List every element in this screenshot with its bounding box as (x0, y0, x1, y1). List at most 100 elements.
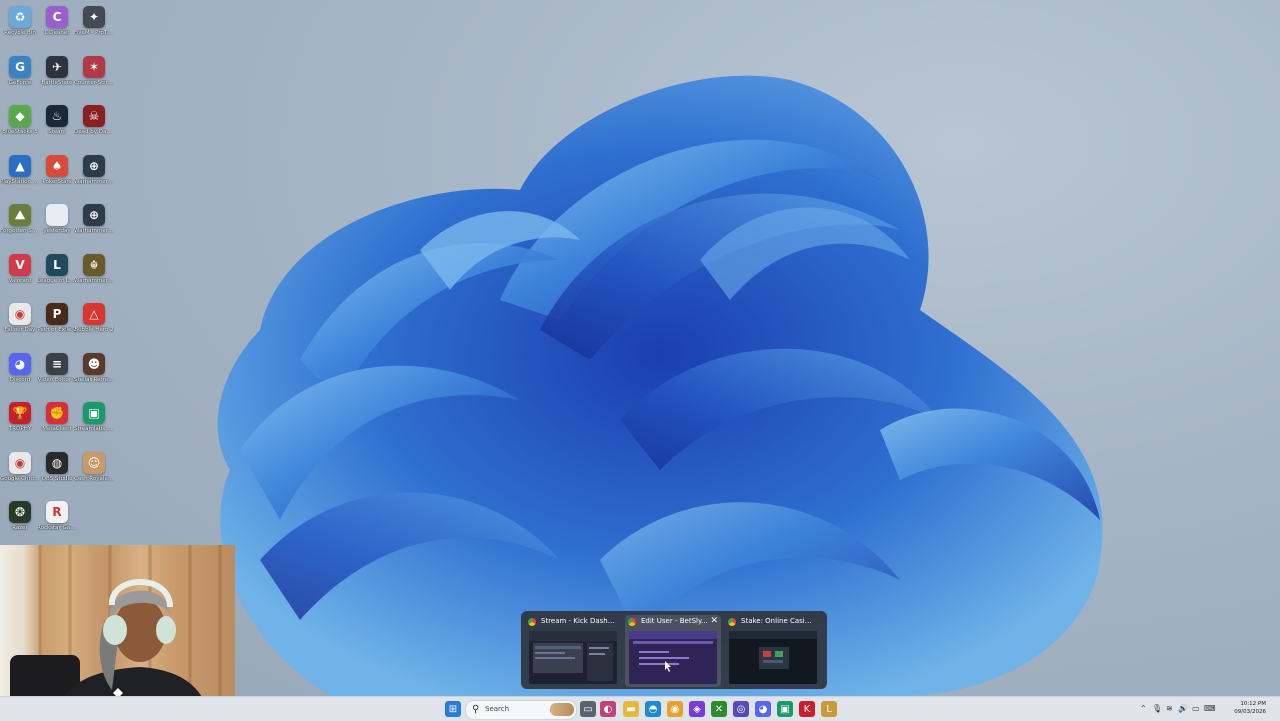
desktop-shortcut[interactable]: ♨ Steam (39, 101, 75, 147)
desktop-shortcut[interactable]: ⛰ Forgotten Shores (0, 200, 40, 246)
desktop-shortcut[interactable]: C CCleaner (39, 2, 75, 48)
desktop-shortcut-label: Warhammer 40,000: Space (74, 228, 114, 234)
ccleaner-icon: C (46, 6, 68, 28)
taskbar: ⊞ ⚲ Search ▭ ◐ ▬ ◓ ◉ ◈ ✕ ◎ ◕ ▣ K L ⌃ 🎙 ≋ 🔊 ▭ ⌨ 10:1… (0, 696, 1280, 721)
desktop-shortcut-label: PlayStation Accessories (0, 178, 40, 185)
desktop-shortcut[interactable]: ☠ Dead by Daylight (74, 101, 114, 147)
desktop-shortcut-label: Steam (48, 129, 66, 135)
desktop-shortcut[interactable]: ⊕Warhammer 40,000: Space (74, 151, 114, 197)
app-icon: ◈ (693, 703, 701, 715)
taskbar-app-button[interactable]: L (821, 701, 837, 717)
desktop-shortcut[interactable]: ☺Cash Royale Club (74, 448, 114, 494)
desktop-shortcut[interactable]: ❂ Razer (2, 497, 38, 543)
thumbnail-window-edit-user[interactable]: Edit User - BetSly... ✕ (625, 615, 721, 687)
desktop-shortcut[interactable]: ◕ Discord (2, 349, 38, 395)
chrome-icon: ◉ (9, 303, 31, 325)
counter-strike-icon: ✶ (83, 55, 105, 78)
taskbar-app-button[interactable]: ◎ (733, 701, 749, 717)
desktop-shortcut[interactable]: ▲PlayStation Accessories (0, 151, 40, 197)
desktop-shortcut[interactable]: ♠ PokerStars (39, 151, 75, 197)
volume-icon[interactable]: 🔊 (1178, 704, 1188, 713)
taskbar-thumbnail-previews: Stream - Kick Dashboar... Edit User - Be… (521, 611, 827, 689)
thumbnail-preview (629, 631, 717, 684)
desktop-shortcut-label: Rockstar Games Launcher (37, 525, 77, 531)
desktop-shortcut[interactable]: 🏆 TROPHY (2, 398, 38, 444)
recycle-bin-icon: ♻ (9, 6, 31, 28)
desktop-shortcut[interactable]: ⊕Warhammer 40,000: Space (74, 200, 114, 246)
desktop-shortcut[interactable]: V Valorant (2, 250, 38, 296)
battery-icon[interactable]: ▭ (1192, 704, 1200, 713)
start-button[interactable]: ⊞ (445, 701, 461, 717)
metaclient-icon: ✊ (46, 402, 68, 424)
app-icon: ◎ (736, 703, 746, 715)
thumbnail-window-kick-dashboard[interactable]: Stream - Kick Dashboar... (525, 615, 621, 687)
desktop-shortcut[interactable]: ☻Stellar Retreat VR (74, 349, 114, 395)
desktop-shortcut-label: Path of Exile 2 (37, 327, 77, 333)
desktop-shortcut[interactable]: R Rockstar Games Launcher (37, 497, 77, 543)
dead-by-daylight-icon: ☠ (83, 105, 105, 127)
warhammer-icon: ☬ (83, 253, 105, 276)
close-icon[interactable]: ✕ (710, 616, 718, 626)
wifi-icon[interactable]: ≋ (1166, 704, 1173, 713)
desktop-shortcut[interactable]: ♻ Recycle Bin (2, 2, 38, 48)
desktop-shortcut-label: Fallout Day (4, 327, 36, 333)
desktop-shortcut[interactable]: LLeague of Legends (37, 250, 77, 296)
preview-content (633, 641, 713, 672)
pokerstars-icon: ♠ (46, 154, 68, 177)
desktop-shortcut-label: Valorant (8, 277, 32, 284)
desktop-shortcut[interactable]: ✈ BattleState (39, 52, 75, 98)
chrome-icon: ◉ (670, 703, 680, 715)
file-icon (46, 204, 68, 226)
thumbnail-window-stake[interactable]: Stake: Online Casino & Sp... (725, 615, 821, 687)
desktop-shortcut[interactable]: ◍ OBS Studio (39, 448, 75, 494)
desktop-shortcut[interactable]: P Path of Exile 2 (37, 299, 77, 345)
clock[interactable]: 10:12 PM 09/03/2026 (1234, 700, 1266, 716)
desktop-shortcut[interactable]: ✦ FiveM - ProTuning (74, 2, 114, 48)
desktop-shortcut[interactable]: ✶Counter-Strike 2 (74, 52, 114, 98)
microphone-icon[interactable]: 🎙 (1152, 704, 1162, 713)
desktop-shortcut[interactable]: yesterday (39, 200, 75, 246)
rockstar-icon: R (46, 501, 68, 523)
desktop-shortcut[interactable]: ✊ MetaClient (39, 398, 75, 444)
desktop-shortcut[interactable]: ◉ Google Chrome (0, 448, 40, 494)
taskbar-search[interactable]: ⚲ Search (465, 700, 577, 720)
chevron-up-icon[interactable]: ⌃ (1140, 704, 1147, 713)
desktop-shortcut-label: Forgotten Shores (0, 228, 40, 234)
file-explorer-icon: ▬ (626, 703, 636, 715)
streamer-figure (10, 545, 222, 720)
preview-content (729, 631, 817, 669)
colorful-app-icon: ◐ (603, 703, 613, 715)
league-icon: L (46, 253, 68, 276)
keyboard-icon[interactable]: ⌨ (1204, 704, 1216, 713)
taskbar-app-button[interactable]: ◈ (689, 701, 705, 717)
video-editor-icon: ≡ (46, 352, 68, 375)
taskbar-app-button[interactable]: K (799, 701, 815, 717)
desktop-shortcut[interactable]: ☬Warhammer 40,000: Space (74, 250, 114, 296)
desktop-shortcut[interactable]: ◉ Fallout Day (2, 299, 38, 345)
mouse-cursor-icon (665, 661, 671, 672)
desktop-shortcut-label: Cash Royale Club (74, 475, 114, 482)
desktop-shortcut[interactable]: △ Bubble Hero 2 (74, 299, 114, 345)
taskbar-app-button[interactable]: ▭ (580, 701, 596, 717)
taskbar-app-button[interactable]: ◕ (755, 701, 771, 717)
thumbnail-title: Edit User - BetSly... (641, 617, 708, 625)
desktop-shortcut-label: BlueStacks 5 (2, 129, 38, 135)
desktop-shortcut[interactable]: G GeForce (2, 52, 38, 98)
taskbar-app-button[interactable]: ✕ (711, 701, 727, 717)
desktop-shortcut[interactable]: ▣ Streamlabs Desktop (74, 398, 114, 444)
desktop-shortcut[interactable]: ◆ BlueStacks 5 (2, 101, 38, 147)
start-icon: ⊞ (448, 703, 458, 715)
taskbar-app-button[interactable]: ▣ (777, 701, 793, 717)
preview-content (533, 643, 613, 681)
taskbar-app-button[interactable]: ◉ (667, 701, 683, 717)
league-icon: L (826, 703, 832, 715)
thumbnail-preview (529, 631, 617, 684)
desktop-shortcut-label: League of Legends (37, 277, 77, 284)
desktop-shortcut-label: PokerStars (42, 178, 72, 185)
desktop-shortcut[interactable]: ≡ Video Editor 3 (38, 349, 76, 395)
desktop-shortcut-label: GeForce (8, 79, 32, 86)
desktop-shortcut-label: Razer (12, 525, 28, 531)
taskbar-app-button[interactable]: ◐ (600, 701, 616, 717)
taskbar-app-button[interactable]: ◓ (645, 701, 661, 717)
taskbar-app-button[interactable]: ▬ (623, 701, 639, 717)
